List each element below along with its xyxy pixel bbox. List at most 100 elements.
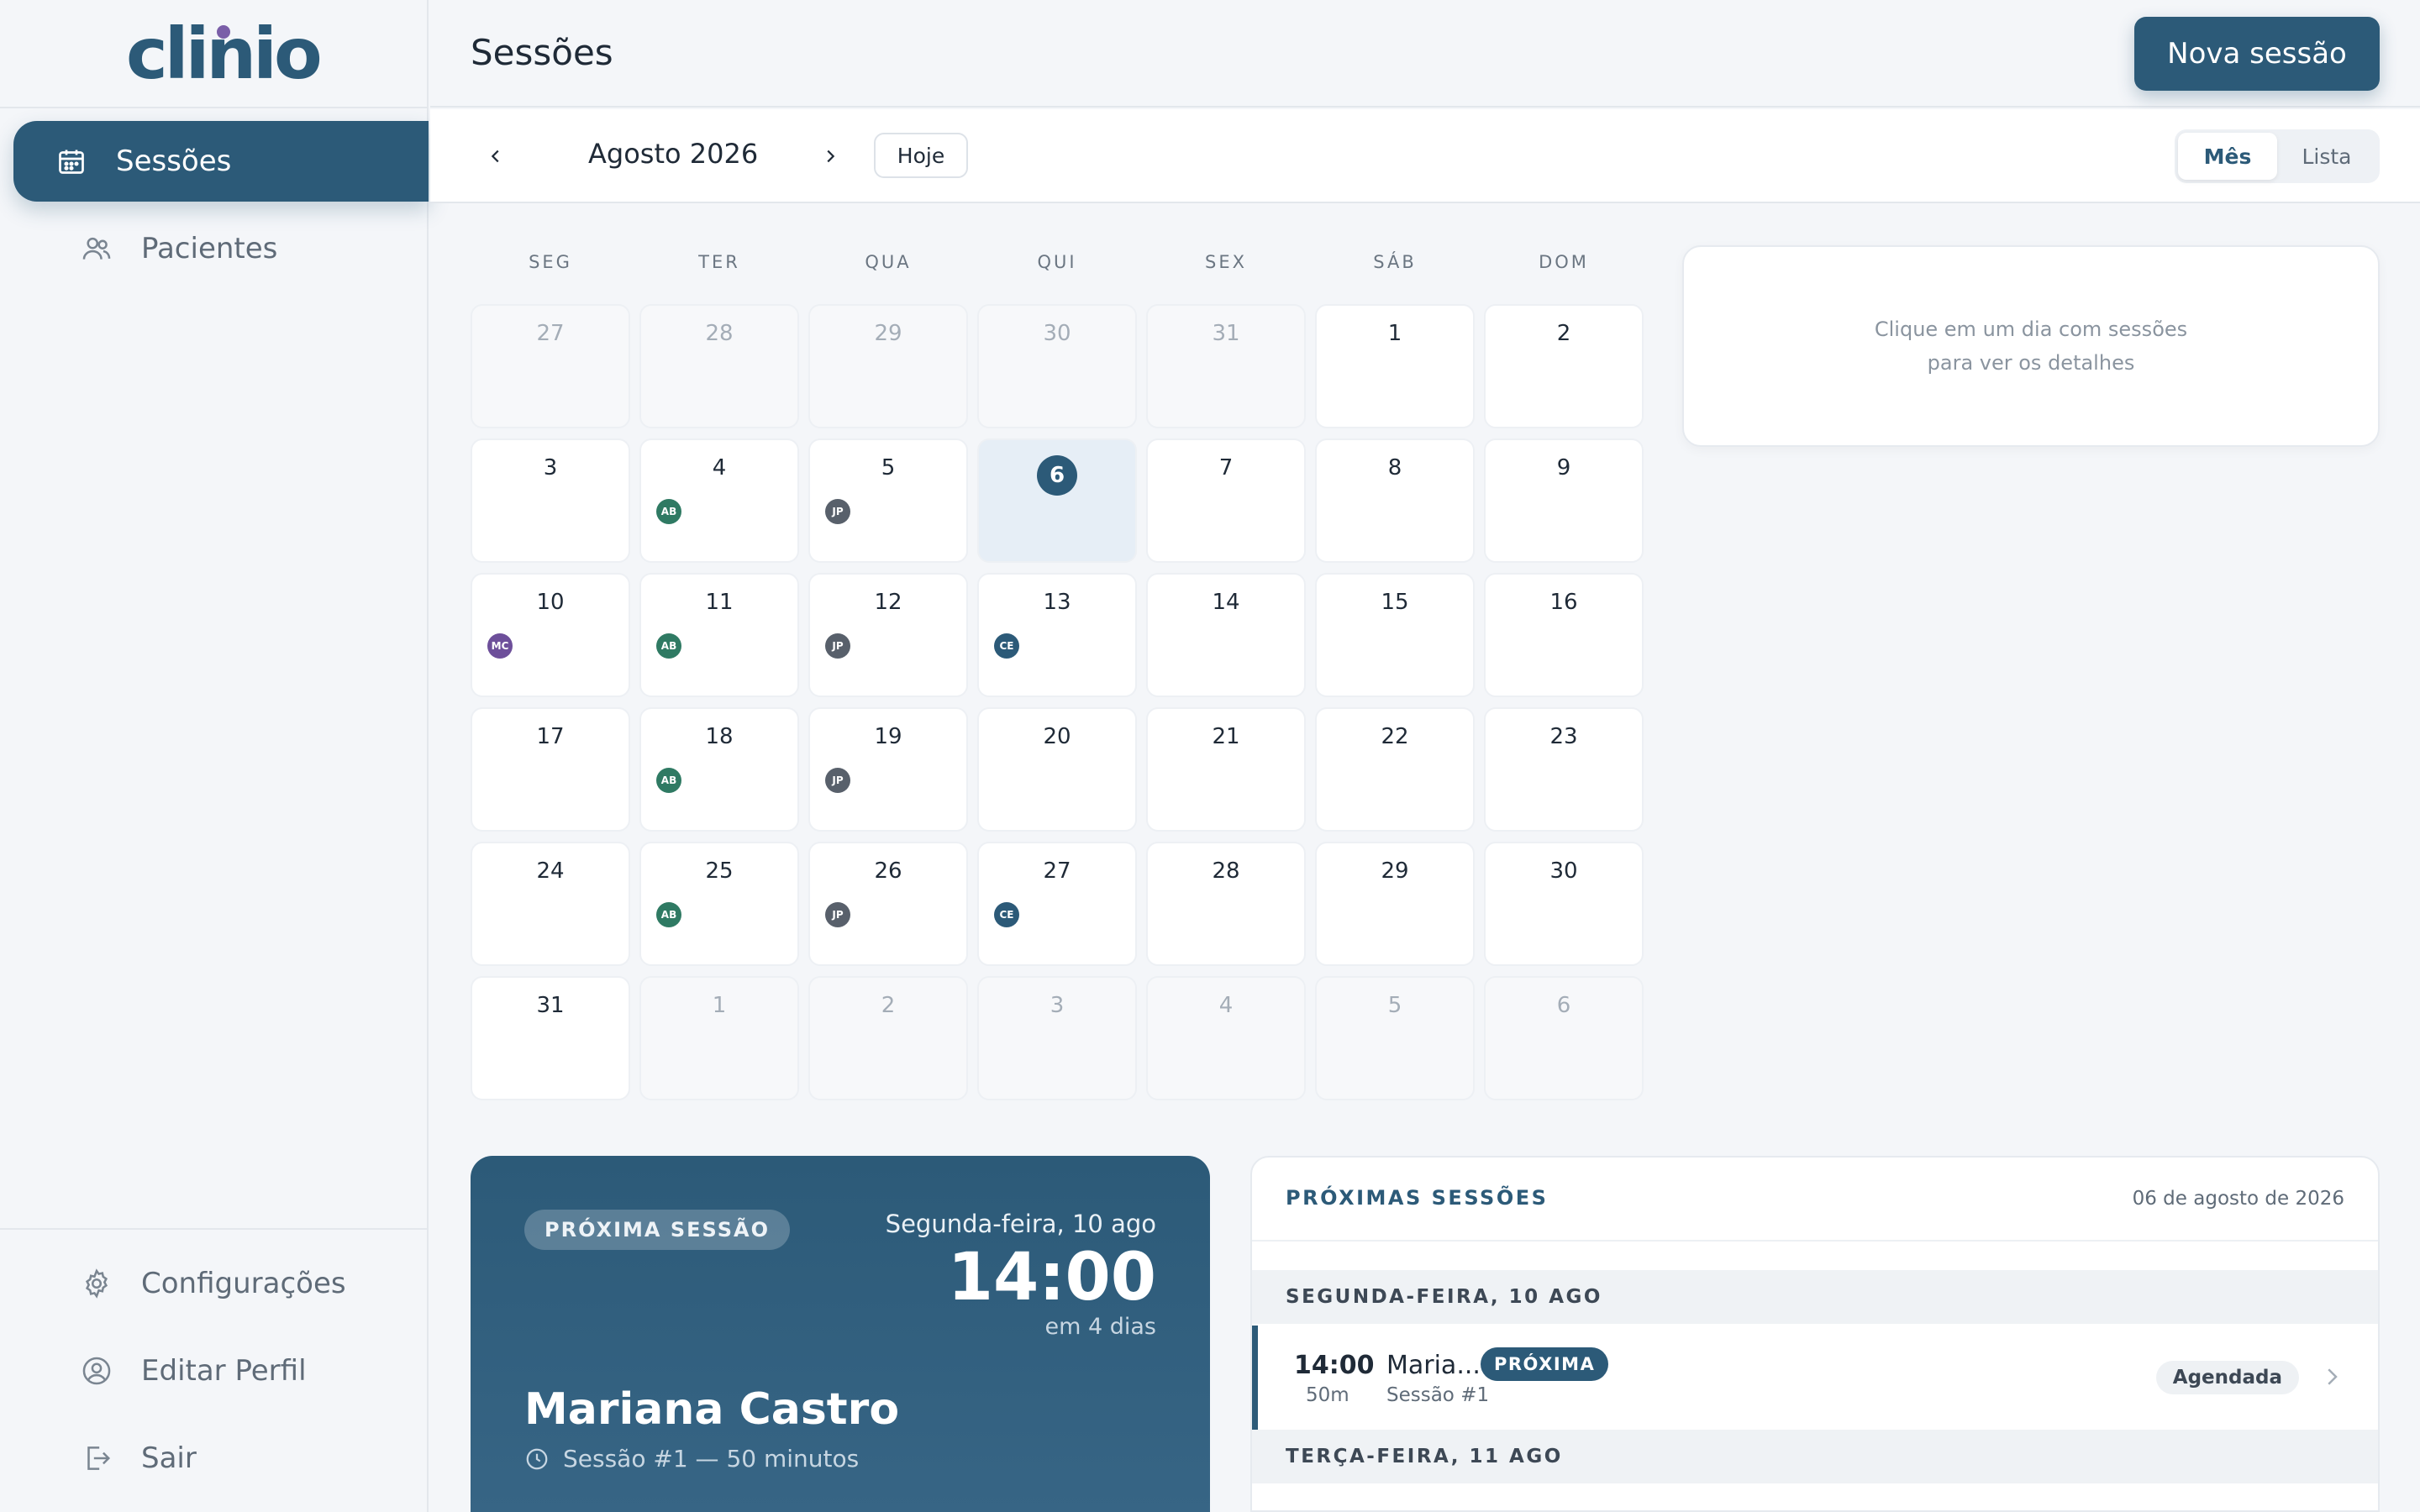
divider	[0, 107, 429, 108]
view-list-option[interactable]: Lista	[2277, 133, 2376, 180]
calendar-day[interactable]: 3	[977, 976, 1137, 1100]
chevron-right-icon	[827, 150, 835, 163]
weekday-label: DOM	[1539, 252, 1589, 272]
row-accent	[1252, 1326, 1258, 1430]
calendar-day[interactable]: 7	[1146, 438, 1306, 563]
day-number: 10	[536, 590, 565, 615]
calendar-day[interactable]: 30	[977, 304, 1137, 428]
view-month-option[interactable]: Mês	[2178, 133, 2277, 180]
patient-chip[interactable]: AB	[656, 902, 681, 927]
calendar-day[interactable]: 1	[639, 976, 799, 1100]
calendar-day[interactable]: 17	[471, 707, 630, 832]
calendar-day[interactable]: 24	[471, 842, 630, 966]
calendar-day[interactable]: 23	[1484, 707, 1644, 832]
patient-chip[interactable]: AB	[656, 768, 681, 793]
next-session-date: Segunda-feira, 10 ago	[885, 1210, 1156, 1238]
day-number: 17	[536, 724, 565, 749]
calendar-day[interactable]: 9	[1484, 438, 1644, 563]
calendar-day[interactable]: 6	[1484, 976, 1644, 1100]
day-number: 22	[1381, 724, 1409, 749]
sidebar-item-label: Sessões	[116, 144, 232, 178]
month-label: Agosto 2026	[588, 138, 759, 170]
calendar-day[interactable]: 18 AB	[639, 707, 799, 832]
day-number: 13	[1043, 590, 1071, 615]
calendar-icon	[55, 145, 87, 177]
calendar-day[interactable]: 30	[1484, 842, 1644, 966]
weekday-label: SEG	[529, 252, 572, 272]
day-number: 31	[536, 993, 565, 1018]
calendar-day[interactable]: 15	[1315, 573, 1475, 697]
patient-chip[interactable]: MC	[487, 633, 513, 659]
calendar-day[interactable]: 27 CE	[977, 842, 1137, 966]
sidebar-item-configuracoes[interactable]: Configurações	[81, 1258, 417, 1309]
calendar-day[interactable]: 13 CE	[977, 573, 1137, 697]
day-number: 6	[1556, 993, 1571, 1018]
day-number: 3	[543, 455, 558, 480]
patient-chip[interactable]: JP	[825, 902, 850, 927]
day-number: 6	[1037, 455, 1077, 496]
patient-chip[interactable]: JP	[825, 633, 850, 659]
calendar-day[interactable]: 29	[808, 304, 968, 428]
prev-month-button[interactable]	[482, 143, 509, 170]
chevron-left-icon	[491, 150, 499, 163]
patient-chip[interactable]: JP	[825, 768, 850, 793]
calendar-day[interactable]: 31	[1146, 304, 1306, 428]
calendar-day-today[interactable]: 6	[977, 438, 1137, 563]
calendar-day[interactable]: 31	[471, 976, 630, 1100]
calendar-day[interactable]: 5 JP	[808, 438, 968, 563]
patient-chip[interactable]: CE	[994, 902, 1019, 927]
day-group-header: TERÇA-FEIRA, 11 AGO	[1252, 1430, 2378, 1483]
calendar-day[interactable]: 2	[808, 976, 968, 1100]
calendar-day[interactable]: 20	[977, 707, 1137, 832]
calendar-day[interactable]: 5	[1315, 976, 1475, 1100]
calendar-day[interactable]: 19 JP	[808, 707, 968, 832]
sidebar-item-pacientes[interactable]: Pacientes	[81, 223, 417, 274]
calendar-day[interactable]: 22	[1315, 707, 1475, 832]
sidebar-item-sair[interactable]: Sair	[81, 1433, 417, 1483]
upcoming-date: 06 de agosto de 2026	[2132, 1188, 2344, 1210]
day-number: 19	[874, 724, 902, 749]
calendar-day[interactable]: 25 AB	[639, 842, 799, 966]
calendar-day[interactable]: 1	[1315, 304, 1475, 428]
patient-chip[interactable]: AB	[656, 499, 681, 524]
day-number: 15	[1381, 590, 1409, 615]
sidebar-item-sessoes[interactable]: Sessões	[13, 121, 429, 202]
sidebar: clinio Sessões Pacientes Configurações E…	[0, 0, 429, 1512]
calendar-day[interactable]: 29	[1315, 842, 1475, 966]
session-number: Sessão #1	[1386, 1384, 1490, 1406]
patient-chip[interactable]: JP	[825, 499, 850, 524]
patient-chip[interactable]: CE	[994, 633, 1019, 659]
view-toggle: Mês Lista	[2175, 129, 2380, 183]
next-month-button[interactable]	[817, 143, 844, 170]
calendar-day[interactable]: 10 MC	[471, 573, 630, 697]
sidebar-item-editar-perfil[interactable]: Editar Perfil	[81, 1346, 417, 1396]
calendar-day[interactable]: 12 JP	[808, 573, 968, 697]
calendar-day[interactable]: 14	[1146, 573, 1306, 697]
calendar-day[interactable]: 21	[1146, 707, 1306, 832]
calendar-day[interactable]: 26 JP	[808, 842, 968, 966]
sidebar-item-label: Editar Perfil	[141, 1354, 307, 1388]
calendar-day[interactable]: 4	[1146, 976, 1306, 1100]
calendar-day[interactable]: 27	[471, 304, 630, 428]
day-details-panel: Clique em um dia com sessões para ver os…	[1682, 245, 2380, 447]
today-button[interactable]: Hoje	[874, 133, 968, 178]
calendar-day[interactable]: 16	[1484, 573, 1644, 697]
new-session-button[interactable]: Nova sessão	[2134, 17, 2380, 91]
day-number: 1	[1387, 321, 1402, 346]
calendar-day[interactable]: 28	[639, 304, 799, 428]
calendar-day[interactable]: 28	[1146, 842, 1306, 966]
session-patient: Maria...	[1386, 1351, 1481, 1380]
calendar-day[interactable]: 8	[1315, 438, 1475, 563]
patient-chip[interactable]: AB	[656, 633, 681, 659]
details-hint: para ver os detalhes	[1927, 351, 2135, 375]
next-session-patient: Mariana Castro	[524, 1384, 900, 1435]
next-session-card[interactable]: PRÓXIMA SESSÃO Segunda-feira, 10 ago 14:…	[471, 1156, 1210, 1512]
calendar-day[interactable]: 2	[1484, 304, 1644, 428]
calendar-day[interactable]: 11 AB	[639, 573, 799, 697]
logo-dot	[217, 25, 230, 39]
session-row[interactable]: 14:00 50m Maria... Sessão #1 PRÓXIMA Age…	[1252, 1326, 2378, 1430]
weekday-label: TER	[698, 252, 740, 272]
calendar-day[interactable]: 4 AB	[639, 438, 799, 563]
calendar-day[interactable]: 3	[471, 438, 630, 563]
day-number: 11	[705, 590, 734, 615]
